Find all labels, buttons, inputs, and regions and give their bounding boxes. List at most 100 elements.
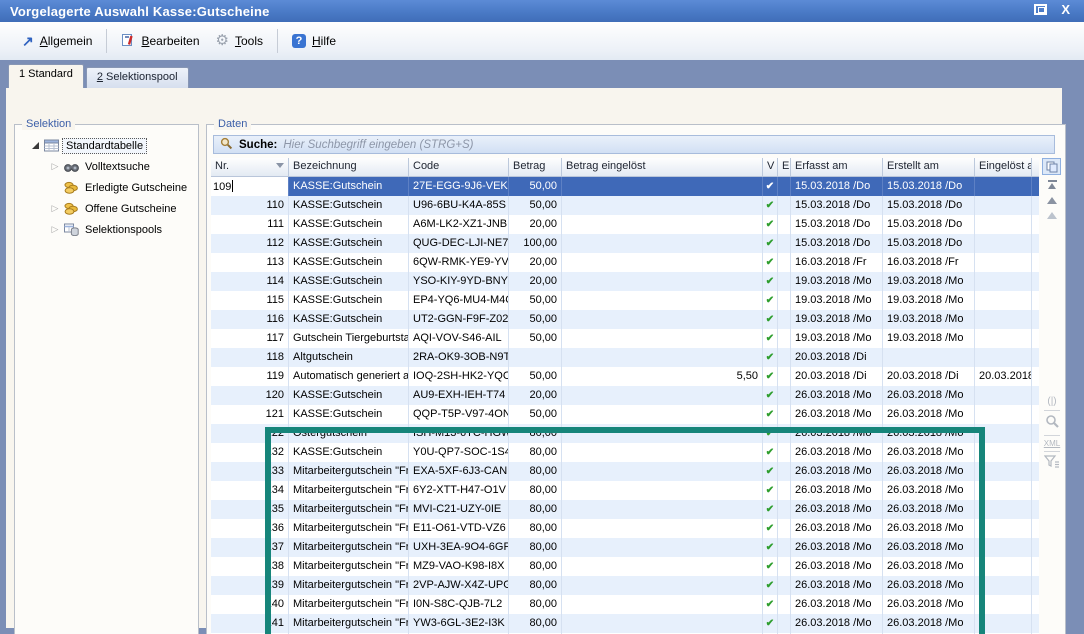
menu-item-tools[interactable]: ⚙︎Tools (208, 30, 271, 52)
tab-strip: 1 Standard2 Selektionspool (8, 65, 189, 88)
cell-bezeichnung: Altgutschein (289, 348, 409, 367)
column-header-eingeloest_am[interactable]: Eingelöst a (975, 158, 1032, 176)
cell-code: 27E-EGG-9J6-VEK (409, 177, 509, 196)
tree-item-erledigte-gutscheine[interactable]: Erledigte Gutscheine (15, 177, 198, 198)
scroll-up-icon[interactable] (1047, 197, 1057, 204)
table-row-133[interactable]: 133Mitarbeitergutschein "Frohe OsEXA-5XF… (211, 462, 1039, 481)
column-header-betrag[interactable]: Betrag (509, 158, 562, 176)
cell-erfasst_am: 26.03.2018 /Mo (791, 519, 883, 538)
tree-expander-icon[interactable]: ▷ (49, 203, 61, 214)
cell-eingeloest_am (975, 348, 1032, 367)
column-header-code[interactable]: Code (409, 158, 509, 176)
cell-betrag: 80,00 (509, 519, 562, 538)
nr-inline-editor[interactable]: 109 (211, 177, 289, 196)
checkmark-icon: ✔ (766, 580, 774, 591)
tree-item-offene-gutscheine[interactable]: ▷Offene Gutscheine (15, 198, 198, 219)
tree-expander-icon[interactable] (29, 142, 41, 149)
tab-standard[interactable]: 1 Standard (8, 64, 84, 88)
cell-eingeloest_am (975, 500, 1032, 519)
menu-separator (277, 29, 278, 53)
tree-item-volltextsuche[interactable]: ▷Volltextsuche (15, 156, 198, 177)
tree-item-standardtabelle[interactable]: Standardtabelle (15, 135, 198, 156)
tree-expander-icon[interactable]: ▷ (49, 161, 61, 172)
cell-eingeloest_am (975, 462, 1032, 481)
cell-erfasst_am: 26.03.2018 /Mo (791, 500, 883, 519)
menu-item-bearbeiten[interactable]: Bearbeiten (113, 29, 207, 54)
cell-eingeloest_am (975, 177, 1032, 196)
checkmark-icon: ✔ (766, 447, 774, 458)
table-row-120[interactable]: 120KASSE:GutscheinAU9-EXH-IEH-T7420,00✔2… (211, 386, 1039, 405)
table-row-113[interactable]: 113KASSE:Gutschein6QW-RMK-YE9-YVP20,00✔1… (211, 253, 1039, 272)
checkmark-icon: ✔ (766, 409, 774, 420)
menu-item-allgemein[interactable]: ↗Allgemein (14, 30, 100, 53)
cell-betrag_eingeloest (562, 481, 763, 500)
table-row-139[interactable]: 139Mitarbeitergutschein "Frohe Os2VP-AJW… (211, 576, 1039, 595)
column-header-v[interactable]: V (763, 158, 778, 176)
cell-betrag (509, 348, 562, 367)
cell-erfasst_am: 20.03.2018 /Di (791, 367, 883, 386)
cell-eingeloest_am (975, 386, 1032, 405)
checkmark-icon: ✔ (766, 542, 774, 553)
close-window-icon[interactable]: X (1061, 3, 1070, 16)
tree-expander-icon[interactable]: ▷ (49, 224, 61, 235)
table-row-121[interactable]: 121KASSE:GutscheinQQP-T5P-V97-4ON50,00✔2… (211, 405, 1039, 424)
cell-eingeloest_am (975, 443, 1032, 462)
cell-erfasst_am: 19.03.2018 /Mo (791, 272, 883, 291)
checkmark-icon: ✔ (766, 504, 774, 515)
checkmark-icon: ✔ (766, 295, 774, 306)
table-row-134[interactable]: 134Mitarbeitergutschein "Frohe Os6Y2-XTT… (211, 481, 1039, 500)
tree-item-selektionspools[interactable]: ▷Selektionspools (15, 219, 198, 240)
restore-window-icon[interactable] (1034, 4, 1047, 15)
menu-bar: ↗Allgemein Bearbeiten⚙︎Tools ?Hilfe (0, 22, 1084, 60)
cell-betrag_eingeloest (562, 405, 763, 424)
cell-bezeichnung: Ostergutschein (289, 424, 409, 443)
zoom-grid-icon[interactable] (1045, 414, 1060, 432)
cell-betrag_eingeloest (562, 291, 763, 310)
cell-e (778, 519, 791, 538)
window-title: Vorgelagerte Auswahl Kasse:Gutscheine (0, 4, 270, 19)
table-row-141[interactable]: 141Mitarbeitergutschein "Frohe OsYW3-6GL… (211, 614, 1039, 633)
filter-icon[interactable] (1044, 455, 1060, 472)
scroll-page-up-icon[interactable] (1047, 212, 1057, 219)
table-row-114[interactable]: 114KASSE:GutscheinYSO-KIY-9YD-BNY20,00✔1… (211, 272, 1039, 291)
table-row-115[interactable]: 115KASSE:GutscheinEP4-YQ6-MU4-M4G50,00✔1… (211, 291, 1039, 310)
column-width-icon[interactable]: (|) (1047, 396, 1056, 407)
column-header-betrag_eingeloest[interactable]: Betrag eingelöst (562, 158, 763, 176)
search-input[interactable]: Suche: Hier Suchbegriff eingeben (STRG+S… (213, 135, 1055, 154)
table-row-135[interactable]: 135Mitarbeitergutschein "Frohe OsMVI-C21… (211, 500, 1039, 519)
copy-grid-button[interactable] (1042, 158, 1061, 175)
cell-betrag: 80,00 (509, 576, 562, 595)
cell-code: 6Y2-XTT-H47-O1V (409, 481, 509, 500)
column-header-e[interactable]: E (778, 158, 791, 176)
table-row-117[interactable]: 117Gutschein TiergeburtstagAQI-VOV-S46-A… (211, 329, 1039, 348)
cell-nr: 134 (211, 481, 289, 500)
table-row-122[interactable]: 122OstergutscheinISH-M13-6TC-HGW80,00✔26… (211, 424, 1039, 443)
table-row-110[interactable]: 110KASSE:GutscheinU96-6BU-K4A-85S50,00✔1… (211, 196, 1039, 215)
table-row-116[interactable]: 116KASSE:GutscheinUT2-GGN-F9F-Z0250,00✔1… (211, 310, 1039, 329)
cell-bezeichnung: KASSE:Gutschein (289, 291, 409, 310)
menu-item-hilfe[interactable]: ?Hilfe (284, 30, 344, 52)
column-header-erstellt_am[interactable]: Erstellt am (883, 158, 975, 176)
cell-code: ISH-M13-6TC-HGW (409, 424, 509, 443)
scroll-to-top-icon[interactable] (1048, 180, 1057, 189)
table-row-109[interactable]: 109KASSE:Gutschein27E-EGG-9J6-VEK50,00✔1… (211, 177, 1039, 196)
table-row-111[interactable]: 111KASSE:GutscheinA6M-LK2-XZ1-JNB20,00✔1… (211, 215, 1039, 234)
cell-betrag: 20,00 (509, 253, 562, 272)
tab-selektionspool[interactable]: 2 Selektionspool (86, 67, 189, 88)
table-row-119[interactable]: 119Automatisch generiert aus ALTIOQ-2SH-… (211, 367, 1039, 386)
xml-export-icon[interactable]: XML (1044, 439, 1060, 448)
column-header-erfasst_am[interactable]: Erfasst am (791, 158, 883, 176)
table-row-118[interactable]: 118Altgutschein2RA-OK9-3OB-N9T✔20.03.201… (211, 348, 1039, 367)
column-header-bezeichnung[interactable]: Bezeichnung (289, 158, 409, 176)
table-row-137[interactable]: 137Mitarbeitergutschein "Frohe OsUXH-3EA… (211, 538, 1039, 557)
column-header-nr[interactable]: Nr. (211, 158, 289, 176)
table-row-112[interactable]: 112KASSE:GutscheinQUG-DEC-LJI-NE7100,00✔… (211, 234, 1039, 253)
table-row-132[interactable]: 132KASSE:GutscheinY0U-QP7-SOC-1S480,00✔2… (211, 443, 1039, 462)
cell-v: ✔ (763, 291, 778, 310)
table-row-136[interactable]: 136Mitarbeitergutschein "Frohe OsE11-O61… (211, 519, 1039, 538)
cell-erfasst_am: 15.03.2018 /Do (791, 177, 883, 196)
column-header-label: Erfasst am (795, 160, 848, 172)
table-row-138[interactable]: 138Mitarbeitergutschein "Frohe OsMZ9-VAO… (211, 557, 1039, 576)
table-row-140[interactable]: 140Mitarbeitergutschein "Frohe OsI0N-S8C… (211, 595, 1039, 614)
cell-v: ✔ (763, 215, 778, 234)
